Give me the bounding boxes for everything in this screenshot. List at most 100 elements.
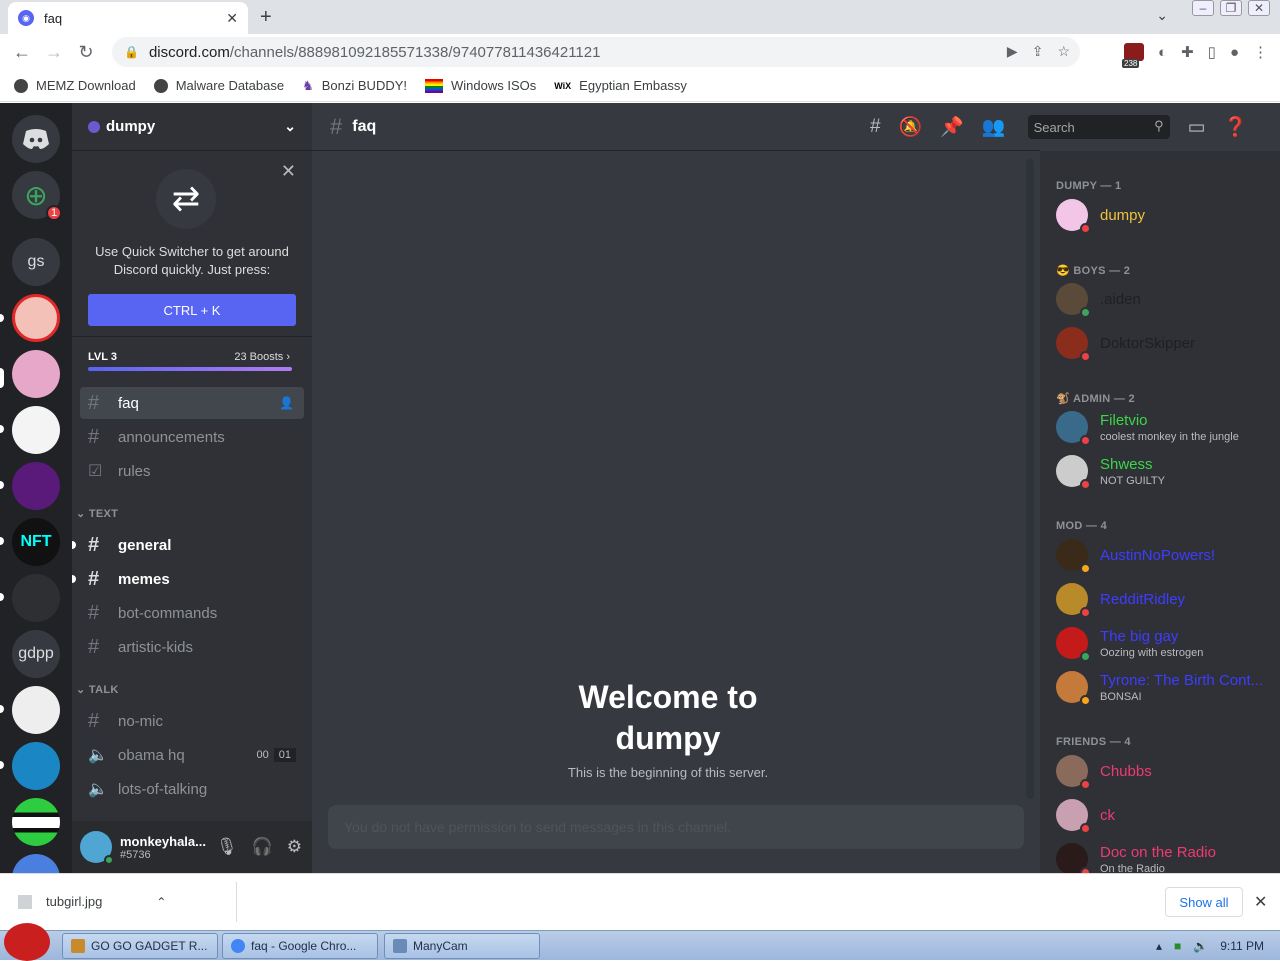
- channel-label: faq: [118, 394, 139, 412]
- channel-label: rules: [118, 462, 151, 480]
- member-item[interactable]: Filetvio coolest monkey in the jungle: [1056, 411, 1239, 446]
- guild-wojak-icon[interactable]: [12, 406, 60, 454]
- bookmark-bonzi[interactable]: ♞ Bonzi BUDDY!: [302, 78, 407, 94]
- help-icon[interactable]: ❓: [1224, 115, 1248, 139]
- member-item[interactable]: AustinNoPowers!: [1056, 539, 1215, 574]
- profile-icon[interactable]: ●: [1230, 44, 1239, 61]
- taskbar-item[interactable]: GO GO GADGET R...: [62, 933, 218, 959]
- taskbar-item-manycam[interactable]: ManyCam: [384, 933, 540, 959]
- browser-tab[interactable]: ◉ faq ✕: [8, 2, 248, 34]
- discord-home-icon[interactable]: [12, 115, 60, 163]
- header-toolbar: # 🔕 📌 👥 Search ⚲ ▭ ❓: [870, 103, 1247, 151]
- flag-extension-icon[interactable]: ◐: [1158, 44, 1167, 61]
- puzzle-icon[interactable]: ✚: [1181, 43, 1194, 61]
- back-arrow-icon[interactable]: ←: [6, 42, 38, 63]
- bookmark-windows-isos[interactable]: Windows ISOs: [425, 78, 536, 93]
- user-avatar[interactable]: [80, 831, 114, 865]
- chat-scrollbar[interactable]: [1026, 159, 1034, 799]
- category-talk[interactable]: ⌄ TALK: [76, 683, 119, 696]
- add-server-icon[interactable]: ⊕ 1: [12, 171, 62, 221]
- channel-no-mic[interactable]: # no-mic: [80, 705, 304, 737]
- member-item[interactable]: RedditRidley: [1056, 583, 1185, 618]
- bookmark-memz[interactable]: MEMZ Download: [14, 78, 136, 93]
- member-item[interactable]: .aiden: [1056, 283, 1141, 318]
- start-button-angry-bird-icon[interactable]: [4, 923, 50, 961]
- chevron-up-icon[interactable]: ⌃: [156, 895, 166, 909]
- channel-general[interactable]: # general: [72, 529, 304, 561]
- channel-memes[interactable]: # memes: [72, 563, 304, 595]
- close-icon[interactable]: ✕: [281, 161, 296, 182]
- pin-icon[interactable]: 📌: [940, 115, 964, 139]
- member-item[interactable]: dumpy: [1056, 199, 1146, 234]
- member-item[interactable]: Doc on the Radio On the Radio: [1056, 843, 1216, 873]
- member-item[interactable]: Chubbs: [1056, 755, 1152, 790]
- member-name: dumpy: [1100, 206, 1146, 224]
- star-icon[interactable]: ☆: [1057, 43, 1070, 60]
- address-bar[interactable]: 🔒 discord.com/channels/88898109218557133…: [112, 37, 1080, 67]
- close-tab-icon[interactable]: ✕: [226, 10, 238, 27]
- guild-gdpp[interactable]: gdpp: [12, 630, 60, 678]
- minimize-button[interactable]: –: [1192, 0, 1214, 16]
- message-input[interactable]: You do not have permission to send messa…: [328, 805, 1024, 849]
- taskbar-item-chrome[interactable]: faq - Google Chro...: [222, 933, 378, 959]
- member-item[interactable]: Shwess NOT GUILTY: [1056, 455, 1165, 490]
- member-avatar: [1056, 411, 1091, 446]
- sidepanel-icon[interactable]: ▯: [1208, 43, 1216, 61]
- tray-expand-icon[interactable]: ▴: [1156, 939, 1162, 953]
- share-icon[interactable]: ⇪: [1032, 43, 1044, 60]
- guild-dumpy-icon[interactable]: [12, 350, 60, 398]
- channel-rules[interactable]: ☑ rules: [80, 455, 304, 487]
- bookmark-egyptian-embassy[interactable]: WiX Egyptian Embassy: [554, 78, 687, 93]
- channel-obama-hq[interactable]: 🔈 obama hq 00 01: [80, 739, 304, 771]
- invite-icon[interactable]: 👤: [279, 396, 294, 410]
- close-window-button[interactable]: ✕: [1248, 0, 1270, 16]
- channel-bot-commands[interactable]: # bot-commands: [80, 597, 304, 629]
- forward-arrow-icon[interactable]: →: [38, 42, 70, 63]
- member-item[interactable]: DoktorSkipper: [1056, 327, 1195, 362]
- tab-search-chevron-icon[interactable]: ⌄: [1156, 7, 1168, 24]
- member-item[interactable]: The big gay Oozing with estrogen: [1056, 627, 1203, 662]
- network-icon[interactable]: ■: [1174, 939, 1181, 953]
- threads-icon[interactable]: #: [870, 116, 881, 138]
- boys-emoji-icon: 😎: [1056, 265, 1070, 277]
- member-item[interactable]: Tyrone: The Birth Cont... BONSAI: [1056, 671, 1263, 706]
- member-item[interactable]: ck: [1056, 799, 1115, 834]
- channel-faq[interactable]: # faq 👤: [80, 387, 304, 419]
- inbox-icon[interactable]: ▭: [1188, 116, 1206, 139]
- download-item[interactable]: tubgirl.jpg ⌃: [18, 894, 166, 909]
- search-input[interactable]: Search ⚲: [1027, 115, 1170, 139]
- channel-announcements[interactable]: # announcements: [80, 421, 304, 453]
- microphone-icon[interactable]: 🎙: [216, 837, 238, 857]
- category-text[interactable]: ⌄ TEXT: [76, 507, 118, 520]
- guild-no-baby-icon[interactable]: [12, 294, 60, 342]
- channel-artistic-kids[interactable]: # artistic-kids: [80, 631, 304, 663]
- settings-gear-icon[interactable]: ⚙: [287, 837, 302, 857]
- guild-homepage-icon[interactable]: [12, 574, 60, 622]
- restore-button[interactable]: ❐: [1220, 0, 1242, 16]
- guild-bot-icon[interactable]: [12, 742, 60, 790]
- guild-pinkmetal-icon[interactable]: [12, 462, 60, 510]
- server-header[interactable]: dumpy ⌄: [72, 103, 312, 151]
- mute-bell-icon[interactable]: 🔕: [899, 115, 923, 139]
- headphones-icon[interactable]: 🎧: [252, 837, 273, 857]
- guild-gs[interactable]: gs: [12, 238, 60, 286]
- camera-icon[interactable]: ▶: [1007, 43, 1018, 60]
- volume-icon[interactable]: 🔊: [1193, 939, 1208, 953]
- ctrl-k-button[interactable]: CTRL + K: [88, 294, 296, 326]
- guild-nft-icon[interactable]: NFT: [12, 518, 60, 566]
- close-shelf-icon[interactable]: ✕: [1254, 892, 1267, 912]
- guild-blue-icon[interactable]: [12, 854, 60, 873]
- guild-sketch-icon[interactable]: [12, 686, 60, 734]
- member-list-icon[interactable]: 👥: [982, 115, 1006, 139]
- boost-progress[interactable]: LVL 3 23 Boosts ›: [72, 337, 312, 387]
- dnd-status-dot: [1080, 479, 1091, 490]
- guild-stripes-icon[interactable]: [12, 798, 60, 846]
- channel-lots-of-talking[interactable]: 🔈 lots-of-talking: [80, 773, 304, 805]
- bookmark-malware-database[interactable]: Malware Database: [153, 78, 284, 93]
- show-all-button[interactable]: Show all: [1165, 887, 1243, 917]
- menu-kebab-icon[interactable]: ⋮: [1253, 43, 1268, 61]
- new-tab-button[interactable]: +: [260, 6, 272, 29]
- reload-icon[interactable]: ↻: [70, 42, 102, 63]
- clock[interactable]: 9:11 PM: [1220, 939, 1264, 953]
- extension-badge-icon[interactable]: 238: [1122, 43, 1145, 68]
